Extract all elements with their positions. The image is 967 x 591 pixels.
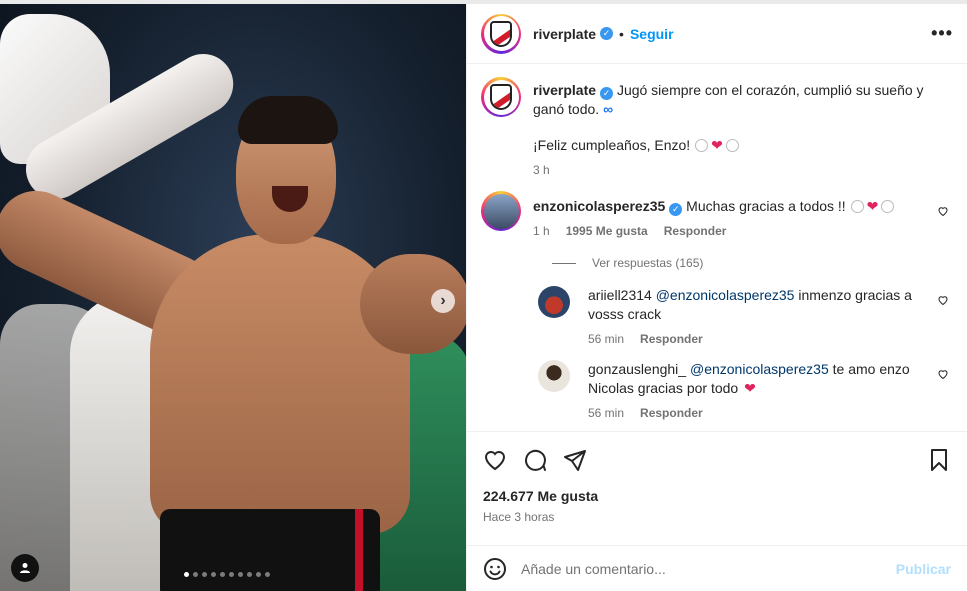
likes-count[interactable]: 224.677 Me gusta [483,488,951,504]
infinity-emoji: ∞ [603,101,614,117]
carousel-dot [265,572,270,577]
post-media[interactable]: › [0,4,466,591]
post-time: Hace 3 horas [483,510,555,524]
reply-mention[interactable]: @enzonicolasperez35 [690,361,829,377]
carousel-dot [193,572,198,577]
carousel-dot [211,572,216,577]
caption-username[interactable]: riverplate [533,82,596,98]
emoji-white-circle [725,139,739,152]
view-replies-button[interactable]: Ver respuestas (165) [552,256,953,270]
heart-emoji: ❤ [744,380,756,396]
avatar[interactable] [481,77,521,117]
like-comment-heart-icon[interactable] [937,368,949,380]
reply-row: gonzauslenghi_ @enzonicolasperez35 te am… [538,360,953,420]
comment-time: 1 h [533,224,550,238]
reply-mention[interactable]: @enzonicolasperez35 [656,287,795,303]
avatar[interactable] [481,13,521,54]
reply-button[interactable]: Responder [640,332,703,346]
river-plate-crest-icon [490,84,512,110]
comment-username[interactable]: enzonicolasperez35 [533,198,665,214]
carousel-dots [184,572,270,577]
publish-button[interactable]: Publicar [896,561,951,577]
verified-badge-icon: ✓ [669,203,683,216]
emoji-white-circle [695,139,709,152]
carousel-dot [238,572,243,577]
caption: riverplate ✓ Jugó siempre con el corazón,… [481,77,953,177]
carousel-dot [256,572,261,577]
river-plate-crest-icon [490,20,512,47]
comment-row: enzonicolasperez35 ✓ Muchas gracias a tod… [481,191,953,238]
share-send-icon[interactable] [563,448,587,472]
post-header: riverplate ✓ • Seguir ••• [467,4,967,64]
account-username[interactable]: riverplate [533,26,596,42]
carousel-dot [202,572,207,577]
reply-time: 56 min [588,406,625,420]
carousel-dot [220,572,225,577]
post-side-panel: riverplate ✓ • Seguir ••• riverplate ✓ Ju… [466,4,967,591]
emoji-icon[interactable] [483,557,507,581]
verified-badge-icon: ✓ [600,87,614,100]
avatar[interactable] [481,191,521,231]
avatar[interactable] [538,360,570,392]
follow-button[interactable]: Seguir [630,26,674,42]
separator-dot: • [619,25,624,42]
verified-badge-icon: ✓ [600,27,614,40]
caption-time: 3 h [533,163,550,177]
reply-row: ariiell2314 @enzonicolasperez35 inmenzo … [538,286,953,346]
reply-time: 56 min [588,332,625,346]
carousel-dot [229,572,234,577]
reply-username[interactable]: gonzauslenghi_ [588,361,686,377]
avatar[interactable] [538,286,570,318]
comment-bubble-icon[interactable] [523,448,547,472]
carousel-dot [184,572,189,577]
emoji-white-circle [881,200,895,213]
heart-emoji: ❤ [866,198,879,214]
bookmark-icon[interactable] [927,448,951,472]
reply-button[interactable]: Responder [664,224,727,238]
emoji-white-circle [850,200,864,213]
carousel-next-button[interactable]: › [431,289,455,313]
chevron-right-icon: › [440,292,446,309]
comment-input[interactable]: Añade un comentario... [521,561,896,577]
player-hair [238,96,338,144]
comment-likes[interactable]: 1995 Me gusta [566,224,648,238]
comment-text: Muchas gracias a todos !! [686,198,846,214]
caption-line2: ¡Feliz cumpleaños, Enzo! [533,137,691,153]
reply-button[interactable]: Responder [640,406,703,420]
comments-section[interactable]: riverplate ✓ Jugó siempre con el corazón,… [467,65,967,431]
like-comment-heart-icon[interactable] [937,294,949,306]
like-heart-icon[interactable] [483,448,507,472]
post-actions: 224.677 Me gusta Hace 3 horas [467,431,967,524]
reply-username[interactable]: ariiell2314 [588,287,652,303]
add-comment-bar: Añade un comentario... Publicar [467,545,967,591]
heart-emoji: ❤ [711,137,723,153]
more-options-icon[interactable]: ••• [931,23,953,44]
shorts-stripe [355,509,363,591]
user-icon [20,563,30,573]
player-shorts [160,509,380,591]
tagged-users-button[interactable] [11,554,39,582]
carousel-dot [247,572,252,577]
like-comment-heart-icon[interactable] [937,205,949,217]
